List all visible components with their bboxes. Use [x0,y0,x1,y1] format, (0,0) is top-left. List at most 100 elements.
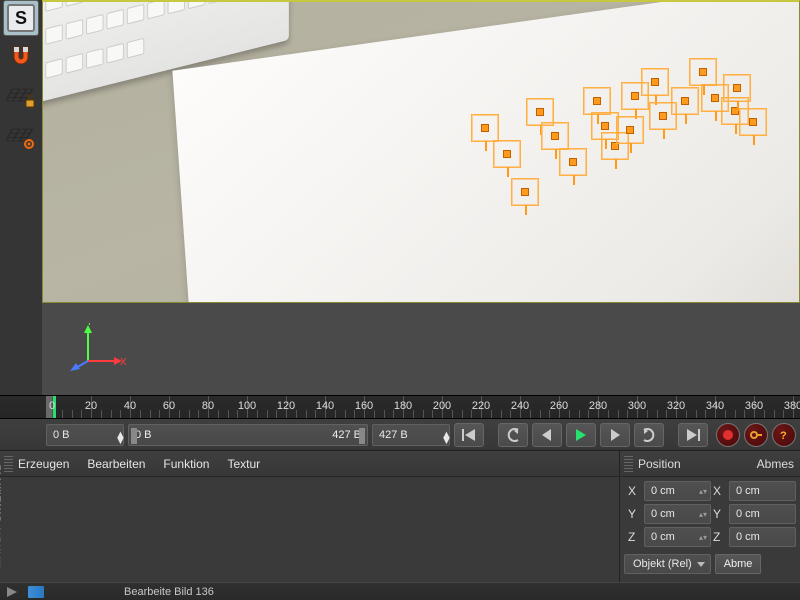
snap-magnet-button[interactable] [3,40,39,76]
object-menu-bar: Erzeugen Bearbeiten Funktion Textur [0,451,619,477]
timeline-ruler[interactable]: 0204060801001201401601802002202402602803… [0,395,800,419]
tool-strip: S [0,0,42,395]
viewport[interactable] [42,0,800,303]
coordinates-panel: Position Abmes X0 cm▴▾X0 cmY0 cm▴▾Y0 cmZ… [620,451,800,582]
ruler-tick-label: 360 [745,400,763,412]
menu-texture[interactable]: Textur [227,457,260,471]
axis-gizmo: Y X [70,323,130,373]
tracker-marker[interactable] [616,116,644,144]
step-forward-button[interactable] [634,423,664,447]
ruler-tick-label: 200 [433,400,451,412]
tracker-marker[interactable] [583,87,611,115]
viewport-under: Y X [42,303,800,395]
ruler-tick-label: 0 [49,400,55,412]
ruler-tick-label: 280 [589,400,607,412]
record-icon [721,428,735,442]
tracker-marker[interactable] [723,74,751,102]
ruler-tick-label: 220 [472,400,490,412]
position-y-field[interactable]: 0 cm▴▾ [644,504,711,524]
frame-start-value: 0 B [53,429,70,441]
menu-create[interactable]: Erzeugen [18,457,69,471]
next-frame-button[interactable] [600,423,630,447]
range-left-label: 0 B [135,429,152,441]
ruler-tick-label: 340 [706,400,724,412]
ruler-tick-label: 240 [511,400,529,412]
size-mode-label: Abme [724,558,753,570]
coord-mode-dropdown[interactable]: Objekt (Rel) [624,554,711,574]
axis-label-x: X [628,484,642,498]
tracker-marker[interactable] [689,58,717,86]
status-flag-icon [6,586,18,598]
tracker-marker[interactable] [541,122,569,150]
ruler-tick-label: 320 [667,400,685,412]
size-heading: Abmes [757,457,794,471]
size-y-field[interactable]: 0 cm [729,504,796,524]
step-back-button[interactable] [498,423,528,447]
goto-last-frame-button[interactable] [678,423,708,447]
magnet-icon [6,43,36,73]
ruler-tick-label: 120 [277,400,295,412]
menu-function[interactable]: Funktion [163,457,209,471]
size-axis-label-y: Y [713,507,727,521]
svg-text:Y: Y [86,323,93,328]
ruler-tick-label: 160 [355,400,373,412]
autokey-button[interactable] [744,423,768,447]
svg-text:?: ? [780,430,787,442]
goto-first-frame-button[interactable] [454,423,484,447]
question-icon: ? [777,428,791,442]
status-chip [28,586,44,598]
size-mode-button[interactable]: Abme [715,554,762,574]
tracker-marker[interactable] [671,87,699,115]
size-y-value: 0 cm [736,508,760,520]
axis-label-z: Z [628,530,642,544]
tracker-marker[interactable] [511,178,539,206]
panel-grip-icon[interactable] [4,456,13,472]
tracker-marker[interactable] [641,68,669,96]
scale-tool-button[interactable]: S [3,0,39,36]
play-button[interactable] [566,423,596,447]
tracker-marker[interactable] [471,114,499,142]
status-message: Bearbeite Bild 136 [124,586,214,598]
position-y-value: 0 cm [651,508,675,520]
ruler-tick-label: 180 [394,400,412,412]
scale-tool-label: S [7,4,35,32]
ruler-tick-label: 300 [628,400,646,412]
tracker-marker[interactable] [739,108,767,136]
range-handle-right[interactable] [359,428,365,444]
svg-text:X: X [120,357,127,368]
frame-range-slider[interactable]: 0 B 427 B [128,424,368,446]
workplane-snap-button[interactable] [3,120,39,156]
size-z-field[interactable]: 0 cm [729,527,796,547]
tracker-marker[interactable] [493,140,521,168]
object-panel-body[interactable] [0,477,619,582]
range-right-label: 427 B [332,429,361,441]
record-key-button[interactable] [716,423,740,447]
panel-grip-icon[interactable] [624,456,633,472]
position-z-field[interactable]: 0 cm▴▾ [644,527,711,547]
ruler-tick-label: 80 [202,400,214,412]
grid-snap-icon [6,123,36,153]
prev-frame-button[interactable] [532,423,562,447]
workplane-lock-button[interactable] [3,80,39,116]
frame-end-value: 427 B [379,429,408,441]
frame-start-field[interactable]: 0 B▲▼ [46,424,124,446]
size-axis-label-z: Z [713,530,727,544]
ruler-tick-label: 260 [550,400,568,412]
size-x-value: 0 cm [736,485,760,497]
size-axis-label-x: X [713,484,727,498]
size-z-value: 0 cm [736,531,760,543]
ruler-tick-label: 20 [85,400,97,412]
coord-mode-label: Objekt (Rel) [633,558,692,570]
frame-end-field[interactable]: 427 B▲▼ [372,424,450,446]
grid-lock-icon [6,83,36,113]
position-z-value: 0 cm [651,531,675,543]
help-button[interactable]: ? [772,423,796,447]
position-x-value: 0 cm [651,485,675,497]
size-x-field[interactable]: 0 cm [729,481,796,501]
menu-edit[interactable]: Bearbeiten [87,457,145,471]
status-bar: Bearbeite Bild 136 [0,582,800,600]
tracker-marker[interactable] [559,148,587,176]
position-x-field[interactable]: 0 cm▴▾ [644,481,711,501]
ruler-tick-label: 60 [163,400,175,412]
range-handle-left[interactable] [131,428,137,444]
